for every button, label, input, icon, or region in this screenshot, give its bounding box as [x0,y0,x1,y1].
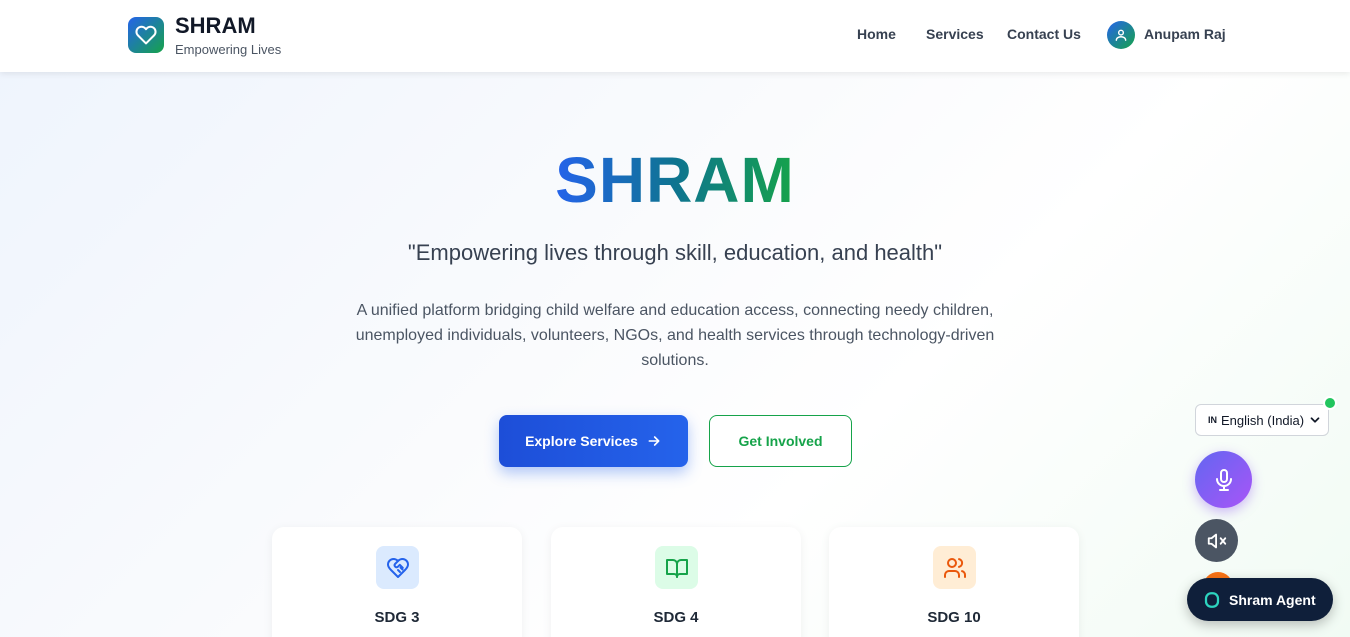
voice-input-button[interactable] [1195,451,1252,508]
nav-home[interactable]: Home [857,26,896,46]
language-code: IN [1208,415,1217,425]
user-name[interactable]: Anupam Raj [1144,26,1226,42]
language-select[interactable]: IN English (India) [1195,404,1329,436]
brand-tagline: Empowering Lives [175,42,282,57]
microphone-icon [1215,468,1232,491]
get-involved-button[interactable]: Get Involved [709,415,852,467]
speaker-muted-icon [1207,533,1226,548]
shram-agent-button[interactable]: Shram Agent [1187,578,1333,621]
sdg-card-title: SDG 3 [374,609,420,626]
sdg-card-title: SDG 4 [653,609,699,626]
get-involved-label: Get Involved [738,433,823,449]
mute-toggle-button[interactable] [1195,519,1238,562]
agent-icon [1204,591,1220,608]
hero-tagline: "Empowering lives through skill, educati… [407,240,943,265]
hero-description: A unified platform bridging child welfar… [355,302,995,369]
logo[interactable] [128,17,164,53]
explore-services-button[interactable]: Explore Services [499,415,688,467]
sdg-card-title: SDG 10 [927,609,981,626]
nav-contact-us[interactable]: Contact Us [1007,26,1081,46]
language-selected-value: English (India) [1221,412,1305,428]
brand-name[interactable]: SHRAM [175,13,256,39]
sdg-card[interactable]: SDG 4 [551,527,801,637]
top-navbar: SHRAM Empowering Lives Home Services Con… [0,0,1350,72]
agent-label: Shram Agent [1229,591,1316,608]
hero-title: SHRAM [555,144,795,216]
sdg-card[interactable]: SDG 3 [272,527,522,637]
open-book-icon [655,546,698,589]
explore-services-label: Explore Services [525,433,638,449]
arrow-right-icon [648,436,660,446]
users-icon [933,546,976,589]
heart-icon [135,25,157,45]
online-status-dot [1323,396,1337,410]
sdg-card[interactable]: SDG 10 [829,527,1079,637]
user-icon [1115,29,1127,41]
heart-handshake-icon [376,546,419,589]
nav-services[interactable]: Services [926,26,984,46]
avatar[interactable] [1107,21,1135,49]
chevron-down-icon [1310,417,1320,423]
